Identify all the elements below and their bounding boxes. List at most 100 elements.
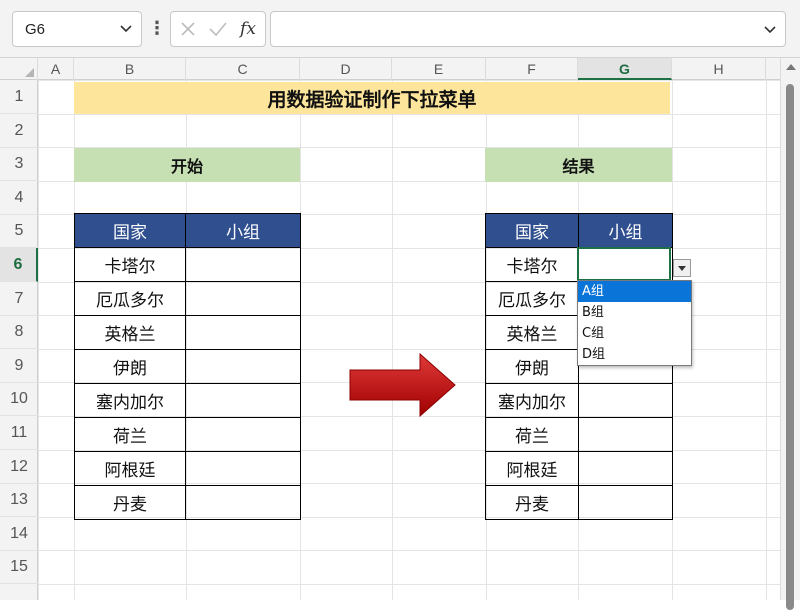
country-cell[interactable]: 荷兰 xyxy=(485,417,579,452)
worksheet-grid[interactable]: 用数据验证制作下拉菜单 开始 结果 国家 小组 卡塔尔 厄瓜多尔 英格兰 伊朗 塞内加尔… xyxy=(38,80,780,600)
header-group[interactable]: 小组 xyxy=(185,213,301,248)
country-cell[interactable]: 丹麦 xyxy=(74,485,186,520)
start-label[interactable]: 开始 xyxy=(74,148,300,182)
column-header-e[interactable]: E xyxy=(392,58,486,80)
country-cell[interactable]: 卡塔尔 xyxy=(485,247,579,282)
name-box-value: G6 xyxy=(25,20,46,38)
result-label[interactable]: 结果 xyxy=(485,148,672,182)
row-header-5[interactable]: 5 xyxy=(0,214,38,249)
group-cell[interactable] xyxy=(185,315,301,350)
name-box[interactable]: G6 xyxy=(12,11,142,47)
row-header-6[interactable]: 6 xyxy=(0,248,38,282)
formula-bar: G6 ⋮ fx xyxy=(0,0,800,58)
chevron-down-icon[interactable] xyxy=(119,21,133,35)
group-cell[interactable] xyxy=(185,383,301,418)
dropdown-option[interactable]: C组 xyxy=(578,323,691,344)
row-header-7[interactable]: 7 xyxy=(0,282,38,316)
cancel-icon[interactable] xyxy=(173,12,203,46)
dropdown-list: A组 B组 C组 D组 xyxy=(577,280,692,366)
row-header-4[interactable]: 4 xyxy=(0,181,38,215)
table-row: 厄瓜多尔 xyxy=(74,281,301,316)
country-cell[interactable]: 卡塔尔 xyxy=(74,247,186,282)
column-header-b[interactable]: B xyxy=(74,58,186,80)
column-header-f[interactable]: F xyxy=(486,58,578,80)
country-cell[interactable]: 阿根廷 xyxy=(74,451,186,486)
table-row: 丹麦 xyxy=(74,485,301,520)
country-cell[interactable]: 荷兰 xyxy=(74,417,186,452)
group-cell[interactable] xyxy=(185,485,301,520)
dropdown-option[interactable]: D组 xyxy=(578,344,691,365)
country-cell[interactable]: 伊朗 xyxy=(485,349,579,384)
column-headers: ABCDEFGH xyxy=(0,58,780,80)
row-headers: 1 2 3 4 5 6 7 8 9 10 11 12 13 14 15 xyxy=(0,80,38,600)
column-header-h[interactable]: H xyxy=(672,58,766,80)
row-header-8[interactable]: 8 xyxy=(0,315,38,350)
row-header-15[interactable]: 15 xyxy=(0,550,38,585)
country-cell[interactable]: 英格兰 xyxy=(485,315,579,350)
insert-function-button[interactable]: fx xyxy=(233,12,263,46)
group-cell[interactable] xyxy=(185,349,301,384)
header-country[interactable]: 国家 xyxy=(74,213,186,248)
select-all-corner[interactable] xyxy=(0,58,38,80)
active-cell-g6[interactable] xyxy=(577,247,671,281)
header-country[interactable]: 国家 xyxy=(485,213,579,248)
country-cell[interactable]: 塞内加尔 xyxy=(74,383,186,418)
column-header-g[interactable]: G xyxy=(578,58,672,80)
right-arrow-icon xyxy=(349,352,456,418)
scroll-up-arrow-icon[interactable] xyxy=(786,64,796,70)
country-cell[interactable]: 厄瓜多尔 xyxy=(485,281,579,316)
start-table: 国家 小组 卡塔尔 厄瓜多尔 英格兰 伊朗 塞内加尔 荷兰 阿根廷 丹麦 xyxy=(74,213,301,520)
formula-buttons: fx xyxy=(170,11,266,47)
row-header-2[interactable]: 2 xyxy=(0,114,38,148)
table-row: 英格兰 xyxy=(74,315,301,350)
table-row: 塞内加尔 xyxy=(74,383,301,418)
group-cell[interactable] xyxy=(578,451,673,486)
country-cell[interactable]: 伊朗 xyxy=(74,349,186,384)
gridline xyxy=(38,550,780,552)
country-cell[interactable]: 英格兰 xyxy=(74,315,186,350)
table-row: 塞内加尔 xyxy=(485,383,673,418)
gridline xyxy=(38,584,780,585)
gridline xyxy=(392,80,393,600)
table-row: 伊朗 xyxy=(74,349,301,384)
country-cell[interactable]: 塞内加尔 xyxy=(485,383,579,418)
row-header-10[interactable]: 10 xyxy=(0,382,38,417)
group-cell[interactable] xyxy=(578,485,673,520)
formula-input[interactable] xyxy=(270,11,786,47)
dropdown-option[interactable]: B组 xyxy=(578,302,691,323)
dropdown-arrow-button[interactable] xyxy=(673,259,691,277)
country-cell[interactable]: 阿根廷 xyxy=(485,451,579,486)
row-header-9[interactable]: 9 xyxy=(0,349,38,383)
row-header-12[interactable]: 12 xyxy=(0,450,38,484)
column-header-d[interactable]: D xyxy=(300,58,392,80)
scrollbar-thumb[interactable] xyxy=(786,84,794,610)
caret-down-icon xyxy=(678,266,686,271)
group-cell[interactable] xyxy=(185,417,301,452)
more-options-icon[interactable]: ⋮ xyxy=(148,14,166,44)
country-cell[interactable]: 厄瓜多尔 xyxy=(74,281,186,316)
table-row: 卡塔尔 xyxy=(74,247,301,282)
group-cell[interactable] xyxy=(578,417,673,452)
check-icon[interactable] xyxy=(203,12,233,46)
chevron-down-icon[interactable] xyxy=(763,22,777,36)
header-group[interactable]: 小组 xyxy=(578,213,673,248)
group-cell[interactable] xyxy=(185,451,301,486)
table-row: 荷兰 xyxy=(74,417,301,452)
row-header-11[interactable]: 11 xyxy=(0,416,38,450)
row-header-13[interactable]: 13 xyxy=(0,483,38,518)
table-row: 丹麦 xyxy=(485,485,673,520)
vertical-scrollbar[interactable] xyxy=(780,58,800,610)
sheet-title[interactable]: 用数据验证制作下拉菜单 xyxy=(74,82,670,114)
table-row: 阿根廷 xyxy=(485,451,673,486)
dropdown-option[interactable]: A组 xyxy=(578,281,691,302)
gridline xyxy=(766,80,767,600)
country-cell[interactable]: 丹麦 xyxy=(485,485,579,520)
row-header-3[interactable]: 3 xyxy=(0,147,38,182)
column-header-c[interactable]: C xyxy=(186,58,300,80)
group-cell[interactable] xyxy=(185,281,301,316)
group-cell[interactable] xyxy=(185,247,301,282)
row-header-14[interactable]: 14 xyxy=(0,517,38,551)
column-header-a[interactable]: A xyxy=(38,58,74,80)
group-cell[interactable] xyxy=(578,383,673,418)
row-header-1[interactable]: 1 xyxy=(0,80,38,114)
